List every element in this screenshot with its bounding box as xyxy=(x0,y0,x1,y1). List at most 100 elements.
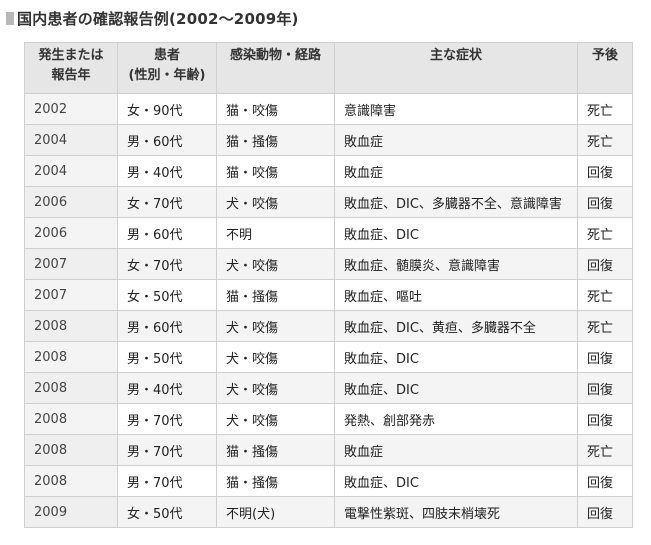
cell-outcome: 回復 xyxy=(577,186,633,218)
cell-symptoms: 敗血症、DIC xyxy=(334,465,578,497)
cell-year: 2006 xyxy=(24,217,118,249)
header-symptoms-label: 主な症状 xyxy=(429,48,482,63)
cell-outcome: 回復 xyxy=(577,341,633,373)
cell-symptoms: 敗血症、髄膜炎、意識障害 xyxy=(334,248,578,280)
cell-source: 猫・掻傷 xyxy=(216,124,335,156)
header-patient-line2: (性別・年齢) xyxy=(128,68,206,83)
header-year: 発生または 報告年 xyxy=(24,42,118,94)
cell-patient: 女・50代 xyxy=(117,496,217,528)
cell-year: 2004 xyxy=(24,155,118,187)
header-patient-line1: 患者 xyxy=(153,48,180,63)
heading-marker xyxy=(6,11,14,25)
cell-year: 2008 xyxy=(24,341,118,373)
cell-patient: 女・70代 xyxy=(117,186,217,218)
table-row: 2004 男・60代 猫・掻傷 敗血症 死亡 xyxy=(24,124,633,156)
section-heading: 国内患者の確認報告例(2002〜2009年) xyxy=(6,8,299,28)
cell-outcome: 回復 xyxy=(577,465,633,497)
cell-symptoms: 敗血症、DIC、黄疸、多臓器不全 xyxy=(334,310,578,342)
cell-symptoms: 敗血症、DIC xyxy=(334,372,578,404)
cell-symptoms: 電撃性紫斑、四肢末梢壊死 xyxy=(334,496,578,528)
cell-outcome: 死亡 xyxy=(577,310,633,342)
header-outcome-label: 予後 xyxy=(591,48,618,63)
cell-source: 不明(犬) xyxy=(216,496,335,528)
cell-source: 猫・掻傷 xyxy=(216,434,335,466)
cell-source: 猫・咬傷 xyxy=(216,155,335,187)
table-row: 2008 男・70代 猫・掻傷 敗血症、DIC 回復 xyxy=(24,465,633,497)
cell-source: 猫・掻傷 xyxy=(216,279,335,311)
header-outcome: 予後 xyxy=(577,42,633,94)
cell-patient: 男・60代 xyxy=(117,217,217,249)
cell-year: 2008 xyxy=(24,465,118,497)
cell-year: 2002 xyxy=(24,93,118,125)
cell-year: 2008 xyxy=(24,403,118,435)
cell-year: 2007 xyxy=(24,279,118,311)
table-row: 2006 女・70代 犬・咬傷 敗血症、DIC、多臓器不全、意識障害 回復 xyxy=(24,186,633,218)
cell-year: 2008 xyxy=(24,434,118,466)
header-year-line1: 発生または xyxy=(38,48,104,63)
header-patient: 患者 (性別・年齢) xyxy=(117,42,217,94)
cell-source: 犬・咬傷 xyxy=(216,341,335,373)
cell-outcome: 死亡 xyxy=(577,279,633,311)
cell-symptoms: 意識障害 xyxy=(334,93,578,125)
cell-year: 2008 xyxy=(24,310,118,342)
cell-outcome: 回復 xyxy=(577,248,633,280)
cell-source: 犬・咬傷 xyxy=(216,186,335,218)
cell-year: 2006 xyxy=(24,186,118,218)
table-row: 2007 女・70代 犬・咬傷 敗血症、髄膜炎、意識障害 回復 xyxy=(24,248,633,280)
cell-patient: 女・90代 xyxy=(117,93,217,125)
cell-symptoms: 敗血症、DIC、多臓器不全、意識障害 xyxy=(334,186,578,218)
header-source: 感染動物・経路 xyxy=(216,42,335,94)
table-row: 2006 男・60代 不明 敗血症、DIC 死亡 xyxy=(24,217,633,249)
cell-patient: 男・70代 xyxy=(117,465,217,497)
cell-symptoms: 敗血症 xyxy=(334,155,578,187)
cell-patient: 男・70代 xyxy=(117,434,217,466)
cell-source: 犬・咬傷 xyxy=(216,403,335,435)
cell-symptoms: 敗血症 xyxy=(334,124,578,156)
cell-patient: 女・70代 xyxy=(117,248,217,280)
table-row: 2002 女・90代 猫・咬傷 意識障害 死亡 xyxy=(24,93,633,125)
cell-year: 2007 xyxy=(24,248,118,280)
cell-patient: 女・50代 xyxy=(117,279,217,311)
table-row: 2007 女・50代 猫・掻傷 敗血症、嘔吐 死亡 xyxy=(24,279,633,311)
cell-outcome: 回復 xyxy=(577,496,633,528)
header-year-line2: 報告年 xyxy=(51,68,91,83)
cell-source: 猫・咬傷 xyxy=(216,93,335,125)
cell-outcome: 死亡 xyxy=(577,434,633,466)
cell-outcome: 回復 xyxy=(577,155,633,187)
cell-year: 2009 xyxy=(24,496,118,528)
cell-patient: 男・60代 xyxy=(117,124,217,156)
cell-source: 犬・咬傷 xyxy=(216,372,335,404)
table-row: 2008 男・60代 犬・咬傷 敗血症、DIC、黄疸、多臓器不全 死亡 xyxy=(24,310,633,342)
cell-symptoms: 敗血症、DIC xyxy=(334,217,578,249)
page-title: 国内患者の確認報告例(2002〜2009年) xyxy=(17,9,299,28)
table-row: 2008 男・50代 犬・咬傷 敗血症、DIC 回復 xyxy=(24,341,633,373)
table-row: 2004 男・40代 猫・咬傷 敗血症 回復 xyxy=(24,155,633,187)
cell-outcome: 回復 xyxy=(577,372,633,404)
table-row: 2008 男・40代 犬・咬傷 敗血症、DIC 回復 xyxy=(24,372,633,404)
case-report-table: 発生または 報告年 患者 (性別・年齢) 感染動物・経路 主な症状 予後 200… xyxy=(24,42,633,528)
cell-source: 猫・掻傷 xyxy=(216,465,335,497)
table-row: 2008 男・70代 犬・咬傷 発熱、創部発赤 回復 xyxy=(24,403,633,435)
table-header-row: 発生または 報告年 患者 (性別・年齢) 感染動物・経路 主な症状 予後 xyxy=(24,42,633,94)
table-row: 2008 男・70代 猫・掻傷 敗血症 死亡 xyxy=(24,434,633,466)
cell-year: 2004 xyxy=(24,124,118,156)
cell-source: 犬・咬傷 xyxy=(216,310,335,342)
cell-symptoms: 敗血症、嘔吐 xyxy=(334,279,578,311)
cell-outcome: 死亡 xyxy=(577,217,633,249)
cell-patient: 男・40代 xyxy=(117,155,217,187)
cell-outcome: 死亡 xyxy=(577,93,633,125)
cell-patient: 男・70代 xyxy=(117,403,217,435)
cell-symptoms: 敗血症 xyxy=(334,434,578,466)
cell-source: 犬・咬傷 xyxy=(216,248,335,280)
cell-outcome: 死亡 xyxy=(577,124,633,156)
cell-patient: 男・50代 xyxy=(117,341,217,373)
cell-symptoms: 敗血症、DIC xyxy=(334,341,578,373)
header-symptoms: 主な症状 xyxy=(334,42,578,94)
cell-patient: 男・40代 xyxy=(117,372,217,404)
cell-patient: 男・60代 xyxy=(117,310,217,342)
cell-year: 2008 xyxy=(24,372,118,404)
header-source-label: 感染動物・経路 xyxy=(229,48,321,63)
cell-outcome: 回復 xyxy=(577,403,633,435)
cell-source: 不明 xyxy=(216,217,335,249)
table-row: 2009 女・50代 不明(犬) 電撃性紫斑、四肢末梢壊死 回復 xyxy=(24,496,633,528)
